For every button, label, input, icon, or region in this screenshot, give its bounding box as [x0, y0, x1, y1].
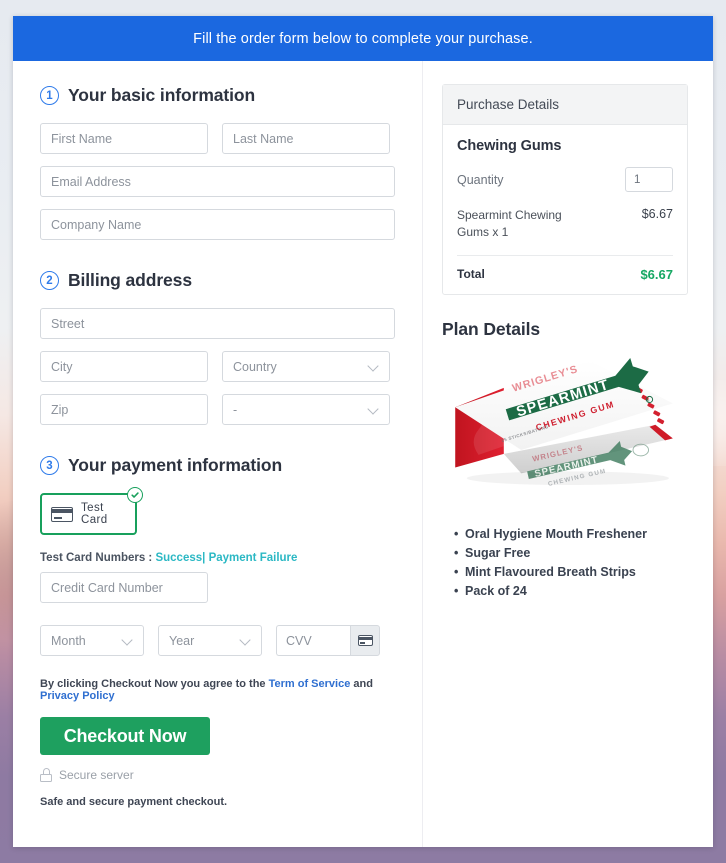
term-of-service-link[interactable]: Term of Service	[269, 678, 351, 690]
summary-column: Purchase Details Chewing Gums Quantity 1…	[423, 61, 712, 847]
credit-card-icon	[51, 506, 73, 522]
test-card-failure-link[interactable]: Payment Failure	[209, 552, 298, 564]
state-select[interactable]: -	[222, 394, 390, 425]
country-select[interactable]: Country	[222, 351, 390, 382]
product-image-chewing-gum-box: WRIGLEY'S SPEARMINT R CHEWING GUM 15 STI…	[455, 357, 673, 488]
city-country-row: City Country	[40, 351, 395, 382]
email-address-input[interactable]: Email Address	[40, 166, 395, 197]
terms-conjunction: and	[353, 678, 373, 690]
step-number-1: 1	[40, 86, 59, 105]
chevron-down-icon	[368, 404, 379, 415]
total-value: $6.67	[640, 266, 673, 282]
line-item-price: $6.67	[641, 207, 673, 221]
section-header-billing-address: 2 Billing address	[40, 270, 395, 291]
country-select-value: Country	[233, 359, 277, 374]
total-row: Total $6.67	[457, 267, 673, 282]
secure-server-row: Secure server	[40, 768, 395, 782]
terms-agreement-text: By clicking Checkout Now you agree to th…	[40, 678, 395, 702]
section-title-basic-information: Your basic information	[68, 85, 256, 105]
instruction-banner-text: Fill the order form below to complete yo…	[193, 30, 533, 47]
line-item-row: Spearmint Chewing Gums x 1 $6.67	[457, 207, 673, 256]
company-row: Company Name	[40, 209, 395, 240]
quantity-input[interactable]: 1	[625, 167, 673, 192]
section-header-payment-information: 3 Your payment information	[40, 455, 395, 476]
section-title-billing-address: Billing address	[68, 270, 192, 290]
privacy-policy-link[interactable]: Privacy Policy	[40, 690, 115, 702]
lock-icon	[40, 768, 52, 782]
credit-card-number-input[interactable]: Credit Card Number	[40, 572, 208, 603]
payment-method-label: Test Card	[81, 502, 108, 526]
street-input[interactable]: Street	[40, 308, 395, 339]
test-card-numbers-line: Test Card Numbers : Success| Payment Fai…	[40, 552, 395, 564]
payment-method-test-card[interactable]: Test Card	[40, 487, 143, 535]
safe-checkout-note: Safe and secure payment checkout.	[40, 796, 228, 808]
expiry-year-select[interactable]: Year	[158, 625, 262, 656]
list-item: Mint Flavoured Breath Strips	[454, 565, 688, 579]
secure-server-label: Secure server	[59, 768, 134, 782]
expiry-cvv-row: Month Year CVV	[40, 625, 395, 656]
check-circle-icon	[127, 487, 143, 503]
company-name-input[interactable]: Company Name	[40, 209, 395, 240]
total-label: Total	[457, 267, 485, 282]
state-select-value: -	[233, 402, 238, 417]
instruction-banner: Fill the order form below to complete yo…	[13, 16, 713, 61]
quantity-label: Quantity	[457, 172, 504, 187]
last-name-input[interactable]: Last Name	[222, 123, 390, 154]
svg-text:R: R	[647, 398, 650, 403]
section-title-payment-information: Your payment information	[68, 455, 283, 475]
plan-features-list: Oral Hygiene Mouth Freshener Sugar Free …	[442, 527, 688, 598]
name-row: First Name Last Name	[40, 123, 395, 154]
zip-state-row: Zip -	[40, 394, 395, 425]
step-number-2: 2	[40, 271, 59, 290]
purchase-details-panel: Purchase Details Chewing Gums Quantity 1…	[442, 84, 688, 295]
cvv-group: CVV	[276, 625, 380, 656]
test-card-separator: |	[202, 552, 206, 564]
chevron-down-icon	[122, 635, 133, 646]
test-card-numbers-label: Test Card Numbers :	[40, 552, 153, 564]
cvv-input[interactable]: CVV	[276, 625, 350, 656]
checkout-now-button[interactable]: Checkout Now	[40, 717, 210, 755]
quantity-row: Quantity 1	[457, 167, 673, 192]
first-name-input[interactable]: First Name	[40, 123, 208, 154]
expiry-month-select[interactable]: Month	[40, 625, 144, 656]
purchase-product-name: Chewing Gums	[457, 138, 562, 154]
list-item: Sugar Free	[454, 546, 688, 560]
test-card-success-link[interactable]: Success	[155, 552, 202, 564]
credit-card-icon	[357, 635, 373, 646]
line-item-description: Spearmint Chewing Gums x 1	[457, 208, 562, 240]
chevron-down-icon	[240, 635, 251, 646]
step-number-3: 3	[40, 456, 59, 475]
terms-prefix: By clicking Checkout Now you agree to th…	[40, 678, 266, 690]
order-form-column: 1 Your basic information First Name Last…	[13, 61, 423, 847]
expiry-month-value: Month	[51, 633, 86, 648]
list-item: Oral Hygiene Mouth Freshener	[454, 527, 688, 541]
city-input[interactable]: City	[40, 351, 208, 382]
checkout-card: Fill the order form below to complete yo…	[13, 16, 713, 847]
email-row: Email Address	[40, 166, 395, 197]
cvv-help-button[interactable]	[350, 625, 380, 656]
chevron-down-icon	[368, 361, 379, 372]
street-row: Street	[40, 308, 395, 339]
purchase-details-title: Purchase Details	[443, 85, 687, 125]
expiry-year-value: Year	[169, 633, 195, 648]
purchase-details-body: Chewing Gums Quantity 1 Spearmint Chewin…	[443, 125, 687, 294]
card-body: 1 Your basic information First Name Last…	[13, 61, 713, 847]
zip-input[interactable]: Zip	[40, 394, 208, 425]
section-header-basic-information: 1 Your basic information	[40, 85, 395, 106]
plan-details-title: Plan Details	[442, 318, 541, 339]
list-item: Pack of 24	[454, 584, 688, 598]
